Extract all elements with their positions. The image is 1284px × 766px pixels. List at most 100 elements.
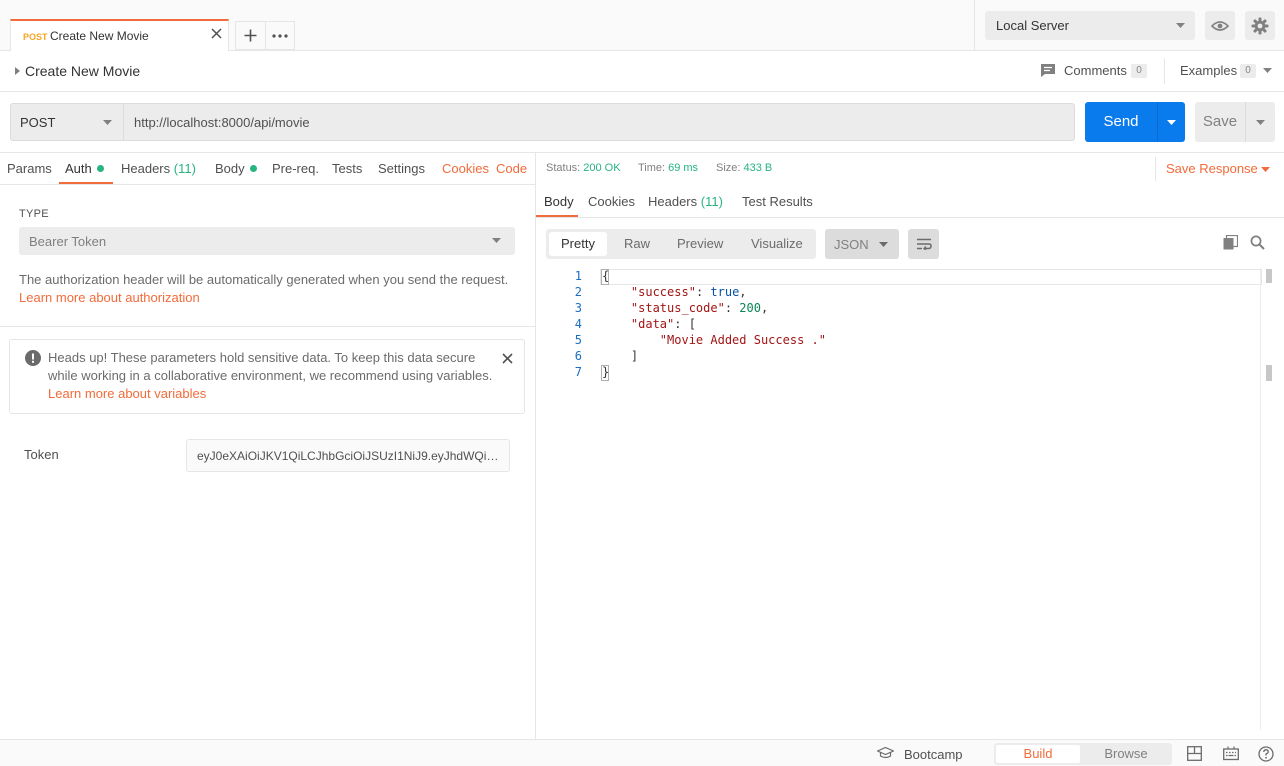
close-icon[interactable] (502, 353, 513, 364)
comment-icon[interactable] (1040, 63, 1056, 78)
tab-response-headers-label: Headers (648, 194, 698, 209)
code-line: "Movie Added Success ." (602, 333, 826, 347)
view-visualize-button[interactable]: Visualize (741, 229, 813, 259)
bootcamp-button[interactable]: Bootcamp (904, 747, 963, 762)
scrollbar-marker[interactable] (1266, 365, 1272, 381)
eye-icon (1211, 20, 1229, 31)
comments-count-badge: 0 (1131, 64, 1147, 78)
examples-button[interactable]: Examples (1180, 63, 1237, 78)
environment-select[interactable]: Local Server (985, 11, 1195, 40)
json-key: "data" (630, 317, 675, 331)
learn-more-variables-link[interactable]: Learn more about variables (48, 386, 206, 401)
divider (0, 184, 535, 185)
tab-response-headers[interactable]: Headers (11) (648, 194, 723, 209)
tab-auth-label: Auth (65, 161, 92, 176)
http-method-label: POST (20, 115, 56, 130)
keyboard-icon[interactable] (1223, 746, 1239, 761)
line-number: 5 (574, 333, 582, 347)
code-line: "status_code": 200, (630, 301, 769, 315)
code-link[interactable]: Code (496, 161, 527, 176)
http-method-select[interactable]: POST (10, 103, 124, 141)
chevron-down-icon[interactable] (1263, 68, 1272, 73)
size-value: 433 B (743, 162, 773, 174)
status-value: 200 OK (583, 162, 621, 174)
tab-headers[interactable]: Headers (11) (121, 161, 196, 176)
search-icon[interactable] (1250, 235, 1265, 250)
request-tab[interactable]: POST Create New Movie (10, 19, 229, 51)
chevron-down-icon[interactable] (1261, 167, 1270, 172)
active-line-highlight (600, 269, 1262, 285)
auth-type-value: Bearer Token (29, 234, 107, 249)
request-title[interactable]: Create New Movie (25, 63, 140, 79)
line-number: 6 (574, 349, 582, 363)
new-tab-button[interactable] (235, 21, 265, 50)
json-value: 200 (739, 301, 761, 315)
code-line: "success": true, (630, 285, 747, 299)
comments-button[interactable]: Comments (1064, 63, 1127, 78)
chevron-down-icon (1167, 119, 1176, 125)
view-preview-button[interactable]: Preview (667, 229, 733, 259)
tab-body-label: Body (215, 161, 245, 176)
environment-quick-look-button[interactable] (1205, 11, 1235, 40)
tab-title: Create New Movie (50, 29, 149, 43)
graduation-cap-icon[interactable] (877, 747, 894, 759)
divider (0, 326, 535, 327)
status-dot (96, 165, 104, 172)
more-tabs-button[interactable] (265, 21, 295, 50)
editor-gutter-edge (1260, 268, 1261, 730)
line-number: 3 (574, 301, 582, 315)
view-raw-button[interactable]: Raw (614, 229, 660, 259)
ellipsis-icon (272, 33, 288, 38)
response-language-select[interactable]: JSON (825, 229, 899, 259)
auth-type-select[interactable]: Bearer Token (19, 227, 515, 255)
tab-settings[interactable]: Settings (378, 161, 425, 176)
manage-environments-button[interactable] (1245, 11, 1275, 40)
tab-prereq[interactable]: Pre-req. (272, 161, 319, 176)
code-line: } (602, 365, 610, 379)
time-value: 69 ms (668, 162, 699, 174)
response-status: Status: 200 OK (546, 162, 621, 174)
response-time: Time: 69 ms (638, 162, 698, 174)
chevron-down-icon (1256, 119, 1265, 125)
view-pretty-button[interactable]: Pretty (549, 232, 607, 256)
scrollbar-marker[interactable] (1266, 269, 1272, 283)
line-number: 7 (574, 365, 582, 379)
examples-count-badge: 0 (1240, 64, 1256, 78)
chevron-down-icon (103, 120, 112, 125)
cookies-link[interactable]: Cookies (442, 161, 489, 176)
divider (1155, 157, 1156, 181)
learn-more-auth-link[interactable]: Learn more about authorization (19, 290, 200, 305)
tab-response-cookies[interactable]: Cookies (588, 194, 635, 209)
send-button[interactable]: Send (1085, 102, 1157, 142)
url-input[interactable] (124, 103, 1075, 141)
tab-params[interactable]: Params (7, 161, 52, 176)
code-line: ] (602, 349, 639, 363)
environment-label: Local Server (996, 18, 1069, 33)
json-key: "success" (630, 285, 696, 299)
browse-mode-button[interactable]: Browse (1082, 745, 1170, 763)
chevron-down-icon (1176, 23, 1185, 28)
tab-auth[interactable]: Auth (65, 161, 104, 176)
json-value: "Movie Added Success ." (659, 333, 826, 347)
wrap-lines-button[interactable] (908, 229, 939, 259)
close-icon[interactable] (210, 27, 223, 40)
save-button[interactable]: Save (1195, 102, 1245, 142)
two-pane-view-icon[interactable] (1187, 746, 1202, 761)
pane-splitter[interactable] (535, 152, 536, 740)
help-icon[interactable] (1258, 746, 1274, 762)
tab-response-body[interactable]: Body (544, 194, 574, 209)
code-line: "data": [ (630, 317, 696, 331)
token-input[interactable] (186, 439, 510, 472)
copy-icon[interactable] (1223, 235, 1238, 250)
caret-right-icon[interactable] (15, 67, 20, 75)
tab-test-results[interactable]: Test Results (742, 194, 813, 209)
save-response-button[interactable]: Save Response (1166, 161, 1258, 176)
tab-tests[interactable]: Tests (332, 161, 362, 176)
send-options-button[interactable] (1157, 102, 1185, 142)
tab-body[interactable]: Body (215, 161, 257, 176)
save-options-button[interactable] (1245, 102, 1275, 142)
time-label: Time: (638, 162, 666, 174)
build-mode-button[interactable]: Build (996, 745, 1080, 763)
code-line: { (602, 269, 610, 283)
response-size: Size: 433 B (716, 162, 772, 174)
